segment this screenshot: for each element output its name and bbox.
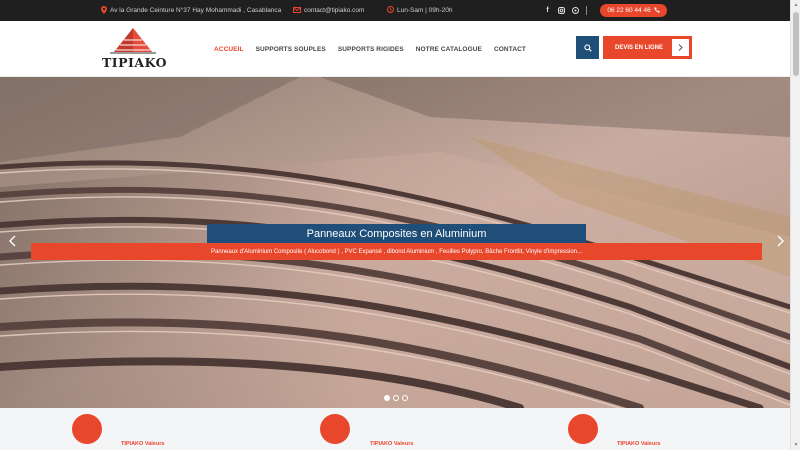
nav-item-accueil[interactable]: ACCUEIL <box>214 46 244 53</box>
site-logo[interactable]: TIPIAKO <box>102 26 168 70</box>
value-icon-circle <box>320 414 350 444</box>
devis-en-ligne-button[interactable]: DEVIS EN LIGNE <box>603 36 692 59</box>
nav-item-supports-souples[interactable]: SUPPORTS SOUPLES <box>256 46 326 53</box>
phone-button[interactable]: 06 22 60 44 46 <box>600 4 667 17</box>
search-icon <box>583 39 592 57</box>
search-button[interactable] <box>576 36 599 59</box>
value-icon-circle <box>72 414 102 444</box>
devis-label: DEVIS EN LIGNE <box>614 44 663 51</box>
address-text: Av la Grande Ceinture N°37 Hay Mohammadi… <box>110 7 282 14</box>
instagram-icon[interactable] <box>557 6 566 15</box>
site-header: TIPIAKO ACCUEIL SUPPORTS SOUPLES SUPPORT… <box>0 21 790 77</box>
page-scrollbar[interactable]: ▲ ▼ <box>790 0 800 450</box>
chevron-right-icon <box>777 234 784 250</box>
email-text: contact@tipiako.com <box>304 7 365 14</box>
page: Av la Grande Ceinture N°37 Hay Mohammadi… <box>0 0 800 450</box>
slider-next-button[interactable] <box>774 234 786 250</box>
value-icon-circle <box>568 414 598 444</box>
chevron-left-icon <box>8 234 16 250</box>
nav-item-notre-catalogue[interactable]: NOTRE CATALOGUE <box>416 46 482 53</box>
logo-pyramid-icon <box>110 28 156 54</box>
slider-prev-button[interactable] <box>6 234 18 250</box>
logo-text: TIPIAKO <box>102 55 168 70</box>
social-links: f <box>543 0 585 21</box>
phone-icon <box>654 7 660 15</box>
value-label: TIPIAKO Valeurs <box>121 441 165 447</box>
slider-dot-2[interactable] <box>393 395 399 401</box>
slide-description: Panneaux d'Aluminium Composite ( Alucobo… <box>31 243 762 260</box>
topbar-divider <box>586 6 587 15</box>
main-nav: ACCUEIL SUPPORTS SOUPLES SUPPORTS RIGIDE… <box>214 21 526 77</box>
scroll-up-arrow-icon[interactable]: ▲ <box>791 0 800 10</box>
top-bar: Av la Grande Ceinture N°37 Hay Mohammadi… <box>0 0 790 21</box>
slider-dots <box>384 395 408 401</box>
chevron-right-icon <box>672 39 689 56</box>
value-label: TIPIAKO Valeurs <box>617 441 661 447</box>
email-info[interactable]: contact@tipiako.com <box>293 0 364 21</box>
hero-slider: Panneaux Composites en Aluminium Panneau… <box>0 77 790 408</box>
slider-dot-3[interactable] <box>402 395 408 401</box>
nav-item-contact[interactable]: CONTACT <box>494 46 526 53</box>
map-pin-icon <box>101 5 107 16</box>
envelope-icon <box>293 6 301 15</box>
facebook-icon[interactable]: f <box>543 6 552 15</box>
hours-info: Lun-Sam | 09h-20h <box>387 0 453 21</box>
clock-icon <box>387 6 394 15</box>
nav-item-supports-rigides[interactable]: SUPPORTS RIGIDES <box>338 46 404 53</box>
scroll-down-arrow-icon[interactable]: ▼ <box>791 440 800 450</box>
slider-dot-1[interactable] <box>384 395 390 401</box>
phone-text: 06 22 60 44 46 <box>607 7 651 14</box>
values-section: TIPIAKO Valeurs TIPIAKO Valeurs TIPIAKO … <box>0 408 790 450</box>
address-info: Av la Grande Ceinture N°37 Hay Mohammadi… <box>101 0 281 21</box>
hours-text: Lun-Sam | 09h-20h <box>397 7 453 14</box>
value-label: TIPIAKO Valeurs <box>370 441 414 447</box>
whatsapp-icon[interactable] <box>571 6 580 15</box>
slide-title: Panneaux Composites en Aluminium <box>207 224 586 243</box>
scroll-thumb[interactable] <box>793 12 799 76</box>
